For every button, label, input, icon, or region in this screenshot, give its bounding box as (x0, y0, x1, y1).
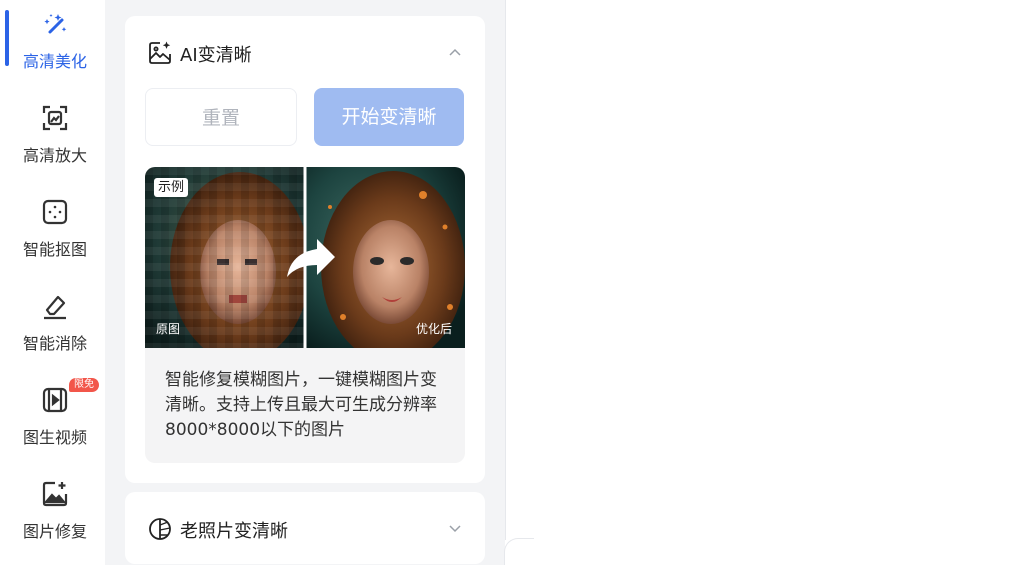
half-circle-icon (147, 516, 173, 542)
reset-button[interactable]: 重置 (145, 88, 297, 146)
free-badge: 限免 (69, 378, 99, 392)
eraser-icon (41, 292, 69, 320)
app-root: 高清美化 高清放大 智能抠图 智能消除 限免 图生视频 图片修复 AI变清晰 重… (0, 0, 1020, 565)
sidebar-item-label: 图生视频 (22, 428, 87, 447)
cutout-icon (41, 198, 69, 226)
feature-description: 智能修复模糊图片，一键模糊图片变清晰。支持上传且最大可生成分辨率8000*800… (145, 348, 465, 463)
chevron-up-icon[interactable] (447, 44, 463, 60)
sidebar: 高清美化 高清放大 智能抠图 智能消除 限免 图生视频 图片修复 (0, 0, 105, 565)
sidebar-item-hd-upscale[interactable]: 高清放大 (5, 104, 105, 184)
video-icon (41, 386, 69, 414)
sidebar-item-image-to-video[interactable]: 限免 图生视频 (5, 378, 105, 466)
sidebar-item-label: 智能抠图 (22, 240, 87, 259)
original-label: 原图 (156, 322, 181, 336)
sidebar-item-label: 智能消除 (22, 334, 87, 353)
card-title: AI变清晰 (180, 45, 252, 66)
example-image: 示例 原图 优化后 (145, 167, 465, 348)
panel-divider (505, 0, 506, 540)
upscale-icon (41, 104, 69, 132)
ai-clarity-card: AI变清晰 重置 开始变清晰 示例 原图 优化后 智能修复模糊图片，一键模糊图片… (125, 16, 485, 483)
sidebar-item-smart-cutout[interactable]: 智能抠图 (5, 198, 105, 278)
sidebar-item-label: 高清美化 (22, 52, 87, 71)
chevron-down-icon[interactable] (447, 520, 463, 536)
sidebar-item-label: 高清放大 (22, 146, 87, 165)
card-title: 老照片变清晰 (180, 521, 288, 542)
sidebar-item-smart-erase[interactable]: 智能消除 (5, 292, 105, 372)
sidebar-item-image-repair[interactable]: 图片修复 (5, 480, 105, 560)
optimized-label: 优化后 (416, 322, 453, 336)
ai-clarity-header[interactable]: AI变清晰 (125, 16, 485, 88)
old-photo-card: 老照片变清晰 (125, 492, 485, 564)
image-sparkle-icon (147, 40, 173, 66)
image-repair-icon (41, 480, 69, 508)
sidebar-item-hd-beautify[interactable]: 高清美化 (5, 10, 105, 90)
magic-wand-icon (41, 10, 69, 38)
panel-corner (504, 538, 534, 565)
start-clarify-button[interactable]: 开始变清晰 (314, 88, 464, 146)
old-photo-header[interactable]: 老照片变清晰 (125, 492, 485, 564)
sidebar-item-label: 图片修复 (22, 522, 87, 541)
example-tag: 示例 (154, 178, 189, 197)
